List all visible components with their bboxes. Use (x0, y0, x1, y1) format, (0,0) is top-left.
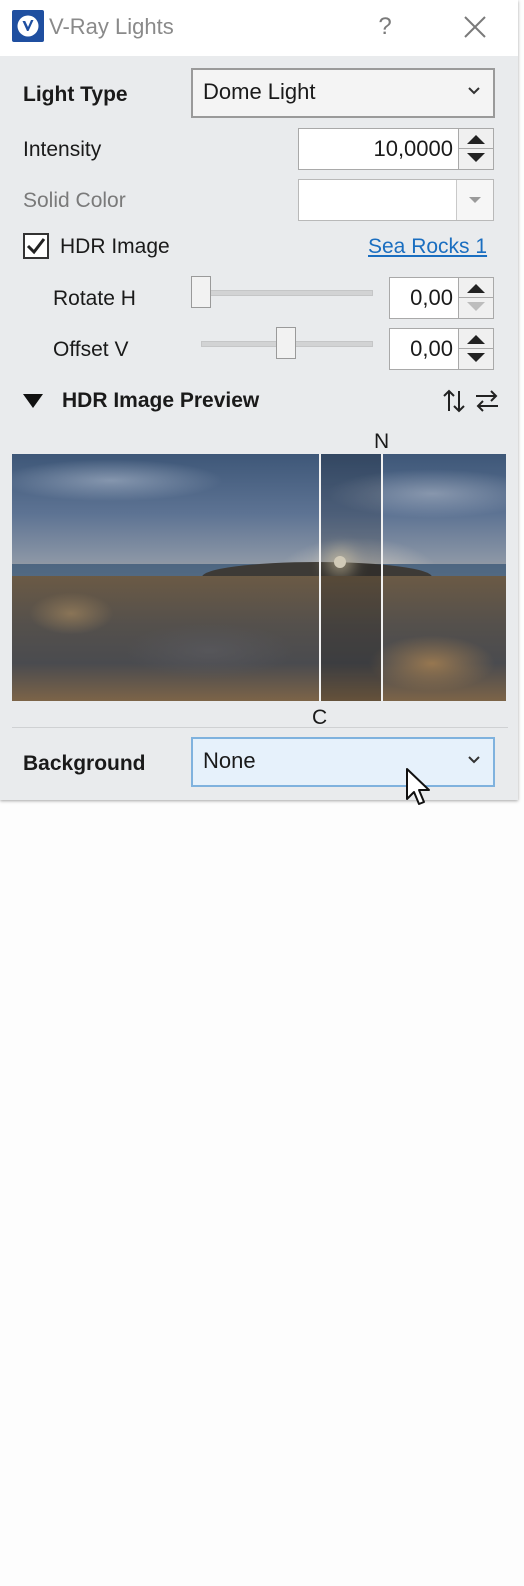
spinner-up-icon (467, 135, 485, 144)
mouse-cursor-icon (406, 768, 430, 805)
hdr-image-link[interactable]: Sea Rocks 1 (368, 235, 487, 259)
check-icon (26, 238, 46, 255)
chevron-down-icon (468, 756, 480, 764)
rotate-h-input[interactable]: 0,00 (389, 277, 494, 319)
offset-v-spin-down[interactable] (459, 349, 493, 369)
flip-horizontal-icon (476, 390, 498, 412)
solid-color-dropdown-button[interactable] (456, 180, 493, 220)
intensity-value: 10,0000 (373, 136, 453, 161)
rotate-h-slider[interactable] (201, 290, 373, 296)
light-type-value: Dome Light (203, 79, 316, 104)
help-button[interactable]: ? (372, 12, 398, 42)
spinner-down-icon (467, 153, 485, 162)
spinner-up-icon (467, 335, 485, 344)
rotate-h-slider-thumb[interactable] (191, 276, 211, 308)
spinner-down-icon (467, 302, 485, 311)
north-marker-line[interactable] (381, 454, 383, 701)
solid-color-label: Solid Color (23, 189, 126, 212)
vray-lights-dialog: V-Ray Lights ? Light Type Dome Light Int… (0, 0, 518, 805)
rotate-h-spinner (458, 278, 493, 318)
title-bar: V-Ray Lights ? (0, 0, 518, 56)
offset-v-spin-up[interactable] (459, 329, 493, 349)
background-value: None (203, 748, 256, 773)
close-icon (464, 16, 486, 38)
intensity-label: Intensity (23, 138, 102, 161)
rotate-h-spin-down[interactable] (459, 298, 493, 318)
flip-vertical-icon (443, 389, 465, 413)
flip-horizontal-button[interactable] (474, 387, 500, 415)
hdr-preview-title: HDR Image Preview (62, 389, 260, 412)
background-dropdown[interactable]: None (191, 737, 495, 787)
intensity-spin-up[interactable] (459, 129, 493, 149)
chevron-down-icon (469, 197, 481, 203)
offset-v-label: Offset V (53, 338, 129, 361)
offset-v-input[interactable]: 0,00 (389, 328, 494, 370)
background-label: Background (23, 752, 146, 775)
intensity-input[interactable]: 10,0000 (298, 128, 494, 170)
intensity-spinner (458, 129, 493, 169)
light-type-label: Light Type (23, 83, 128, 106)
rotate-h-spin-up[interactable] (459, 278, 493, 298)
divider (12, 727, 508, 728)
spinner-down-icon (467, 353, 485, 362)
vray-logo-icon (12, 10, 44, 42)
collapse-triangle-icon[interactable] (22, 392, 44, 410)
close-button[interactable] (462, 14, 488, 40)
offset-v-slider-thumb[interactable] (276, 327, 296, 359)
window-title: V-Ray Lights (49, 14, 174, 39)
flip-vertical-button[interactable] (441, 387, 467, 415)
offset-v-spinner (458, 329, 493, 369)
center-marker-line[interactable] (319, 454, 321, 701)
offset-v-value: 0,00 (410, 336, 453, 361)
north-marker-label: N (374, 430, 390, 453)
solid-color-picker[interactable] (298, 179, 494, 221)
hdr-image-checkbox[interactable] (23, 233, 49, 259)
hdr-preview-image[interactable] (12, 454, 506, 701)
light-type-dropdown[interactable]: Dome Light (191, 68, 495, 118)
rotate-h-value: 0,00 (410, 285, 453, 310)
rotate-h-label: Rotate H (53, 287, 136, 310)
hdr-image-label: HDR Image (60, 235, 170, 258)
intensity-spin-down[interactable] (459, 149, 493, 169)
spinner-up-icon (467, 284, 485, 293)
chevron-down-icon (468, 87, 480, 95)
